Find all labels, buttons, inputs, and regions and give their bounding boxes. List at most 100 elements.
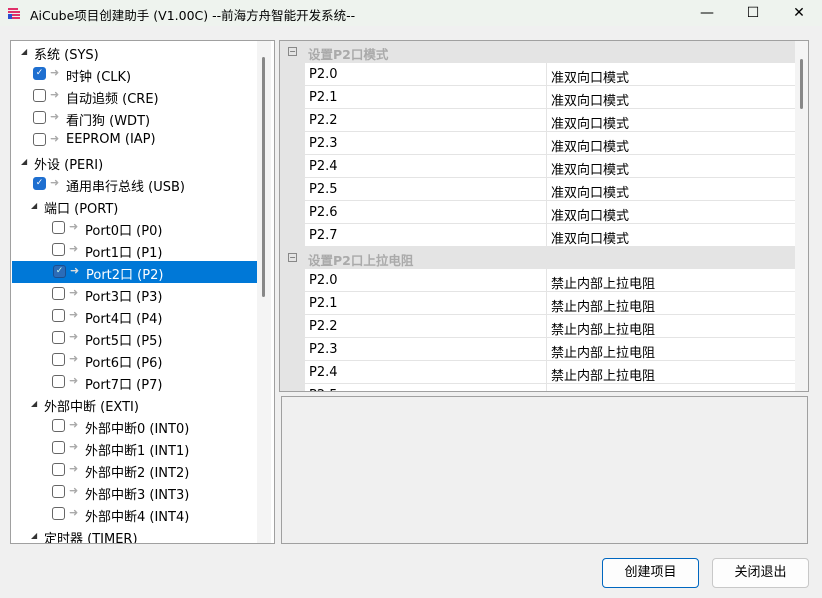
property-row[interactable]: P2.5 禁止内部上拉电阻 [305,384,795,391]
property-row[interactable]: P2.2 准双向口模式 [305,109,795,132]
checkbox[interactable]: ✓ [33,67,46,80]
property-row[interactable]: P2.7 准双向口模式 [305,224,795,247]
property-row[interactable]: P2.2 禁止内部上拉电阻 [305,315,795,338]
property-value[interactable]: 禁止内部上拉电阻 [546,269,795,292]
grid-scroll-thumb[interactable] [800,59,803,109]
close-button[interactable]: ✕ [776,0,822,26]
tree-item[interactable]: ➜ Port6口 (P6) [11,349,256,371]
tree-item[interactable]: ➜ 外部中断4 (INT4) [11,503,256,525]
property-value[interactable]: 禁止内部上拉电阻 [546,338,795,361]
property-name: P2.4 [309,365,338,380]
property-row[interactable]: P2.3 禁止内部上拉电阻 [305,338,795,361]
checkbox[interactable] [52,419,65,432]
property-row[interactable]: P2.5 准双向口模式 [305,178,795,201]
property-row[interactable]: P2.3 准双向口模式 [305,132,795,155]
minimize-button[interactable]: — [684,0,730,26]
checkbox[interactable]: ✓ [53,265,66,278]
property-value[interactable]: 准双向口模式 [546,86,795,109]
checkbox[interactable] [52,243,65,256]
property-value[interactable]: 禁止内部上拉电阻 [546,315,795,338]
tree-item[interactable]: ➜ Port1口 (P1) [11,239,256,261]
property-value[interactable]: 准双向口模式 [546,155,795,178]
checkbox[interactable] [52,221,65,234]
property-name: P2.4 [309,159,338,174]
expand-triangle-icon[interactable]: ◢ [31,399,37,408]
close-exit-button[interactable]: 关闭退出 [712,558,809,588]
checkbox[interactable] [52,463,65,476]
tree-item[interactable]: ◢ 端口 (PORT) [11,195,256,217]
tree-item[interactable]: ➜ EEPROM (IAP) [11,129,256,151]
property-value[interactable]: 禁止内部上拉电阻 [546,384,795,391]
checkbox[interactable] [52,287,65,300]
tree-item-label: 外部中断 (EXTI) [44,400,139,415]
tree-item-label: 定时器 (TIMER) [44,532,138,544]
tree-item[interactable]: ➜ 外部中断2 (INT2) [11,459,256,481]
property-row[interactable]: P2.1 禁止内部上拉电阻 [305,292,795,315]
tree-scrollbar[interactable] [257,41,271,543]
tree-item[interactable]: ➜ Port3口 (P3) [11,283,256,305]
property-row[interactable]: P2.0 禁止内部上拉电阻 [305,269,795,292]
property-value[interactable]: 准双向口模式 [546,109,795,132]
property-value[interactable]: 准双向口模式 [546,224,795,247]
checkbox[interactable] [33,133,46,146]
checkbox[interactable] [52,309,65,322]
tree-item[interactable]: ➜ 外部中断0 (INT0) [11,415,256,437]
grid-scrollbar[interactable] [795,41,808,391]
property-value[interactable]: 禁止内部上拉电阻 [546,292,795,315]
checkbox[interactable] [52,375,65,388]
tree-item[interactable]: ➜ Port4口 (P4) [11,305,256,327]
tree-item-label: Port0口 (P0) [85,224,163,239]
grid-category[interactable]: − 设置P2口上拉电阻 [280,247,795,269]
property-value[interactable]: 准双向口模式 [546,201,795,224]
tree-item[interactable]: ➜ Port0口 (P0) [11,217,256,239]
property-row[interactable]: P2.0 准双向口模式 [305,63,795,86]
tree-item-label: Port1口 (P1) [85,246,163,261]
tree-item-label: 外部中断1 (INT1) [85,444,190,459]
arrow-right-icon: ➜ [50,132,60,145]
maximize-button[interactable]: ☐ [730,0,776,26]
checkbox[interactable] [33,89,46,102]
tree-item[interactable]: ➜ Port7口 (P7) [11,371,256,393]
tree-item[interactable]: ✓ ➜ 通用串行总线 (USB) [11,173,256,195]
title-bar: AiCube项目创建助手 (V1.00C) --前海方舟智能开发系统-- — ☐… [0,0,822,26]
tree-item[interactable]: ➜ Port5口 (P5) [11,327,256,349]
expand-triangle-icon[interactable]: ◢ [21,157,27,166]
checkbox[interactable] [52,441,65,454]
expand-triangle-icon[interactable]: ◢ [31,531,37,540]
tree-item[interactable]: ◢ 系统 (SYS) [11,41,256,63]
property-value[interactable]: 准双向口模式 [546,132,795,155]
property-row[interactable]: P2.6 准双向口模式 [305,201,795,224]
tree-item[interactable]: ◢ 外设 (PERI) [11,151,256,173]
tree-item[interactable]: ◢ 外部中断 (EXTI) [11,393,256,415]
property-value[interactable]: 禁止内部上拉电阻 [546,361,795,384]
expand-triangle-icon[interactable]: ◢ [31,201,37,210]
create-project-button[interactable]: 创建项目 [602,558,699,588]
property-value[interactable]: 准双向口模式 [546,178,795,201]
collapse-icon[interactable]: − [288,47,297,56]
checkbox[interactable]: ✓ [33,177,46,190]
tree-item[interactable]: ➜ 看门狗 (WDT) [11,107,256,129]
checkbox[interactable] [52,485,65,498]
collapse-icon[interactable]: − [288,253,297,262]
property-row[interactable]: P2.4 准双向口模式 [305,155,795,178]
checkbox[interactable] [52,507,65,520]
tree-item[interactable]: ◢ 定时器 (TIMER) [11,525,256,544]
tree-item[interactable]: ✓ ➜ 时钟 (CLK) [11,63,256,85]
tree-item[interactable]: ✓ ➜ Port2口 (P2) [12,261,257,283]
tree-item[interactable]: ➜ 外部中断1 (INT1) [11,437,256,459]
property-row[interactable]: P2.4 禁止内部上拉电阻 [305,361,795,384]
module-tree[interactable]: ◢ 系统 (SYS) ✓ ➜ 时钟 (CLK) ➜ 自动追频 (CRE) ➜ 看门狗 (WDT)… [10,40,275,544]
property-grid[interactable]: − 设置P2口模式 P2.0 准双向口模式 P2.1 准双向口模式 P2.2 准双向口模式 P2… [279,40,809,392]
tree-item-label: 通用串行总线 (USB) [66,180,185,195]
tree-item[interactable]: ➜ 自动追频 (CRE) [11,85,256,107]
property-row[interactable]: P2.1 准双向口模式 [305,86,795,109]
tree-scroll-thumb[interactable] [262,57,265,297]
grid-category[interactable]: − 设置P2口模式 [280,41,795,63]
checkbox[interactable] [52,331,65,344]
checkbox[interactable] [33,111,46,124]
tree-item[interactable]: ➜ 外部中断3 (INT3) [11,481,256,503]
expand-triangle-icon[interactable]: ◢ [21,47,27,56]
property-value[interactable]: 准双向口模式 [546,63,795,86]
tree-item-label: 系统 (SYS) [34,48,99,63]
checkbox[interactable] [52,353,65,366]
